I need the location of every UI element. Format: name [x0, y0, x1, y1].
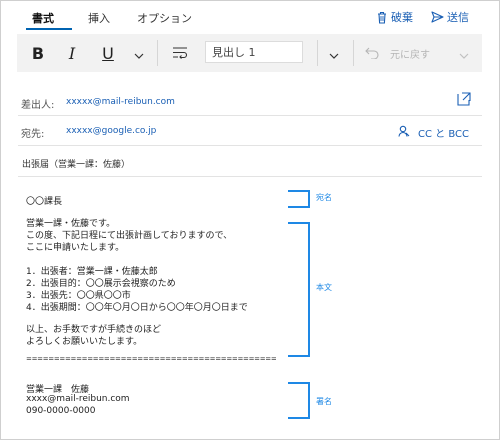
send-label: 送信: [447, 11, 469, 24]
tab-insert[interactable]: 挿入: [88, 10, 110, 26]
signature-line: xxxx@mail-reibun.com: [26, 394, 130, 404]
tab-options[interactable]: オプション: [137, 10, 192, 26]
signature-line: 090-0000-0000: [26, 406, 96, 416]
popout-icon[interactable]: [456, 91, 472, 111]
send-icon: [431, 11, 444, 23]
body-bracket: [288, 222, 310, 357]
contact-icon: [398, 125, 410, 140]
undo-button[interactable]: [361, 34, 383, 72]
cc-bcc-label: CC と BCC: [418, 129, 469, 140]
discard-label: 破棄: [391, 11, 413, 24]
addressee-bracket: [288, 190, 310, 208]
style-dropdown-button[interactable]: [323, 34, 345, 72]
field-divider: [18, 115, 482, 116]
undo-icon: [365, 44, 379, 63]
from-label: 差出人:: [21, 100, 55, 111]
trash-icon: [376, 11, 388, 24]
send-button[interactable]: 送信: [431, 9, 469, 25]
from-value[interactable]: xxxxx@mail-reibun.com: [66, 97, 175, 107]
cc-bcc-button[interactable]: CC と BCC: [398, 125, 469, 140]
subject-field[interactable]: 出張届（営業一課：佐藤）: [22, 157, 130, 170]
text-wrap-icon: [172, 44, 188, 63]
body-line: よろしくお願いいたします。: [26, 337, 143, 347]
italic-button[interactable]: I: [57, 34, 87, 72]
body-line: ここに申請いたします。: [26, 243, 125, 253]
toolbar-divider: [317, 40, 318, 66]
chevron-down-icon: [459, 44, 469, 63]
format-toolbar: B I U 見出し 1 元に戻す: [17, 34, 482, 72]
tab-format[interactable]: 書式: [32, 10, 54, 26]
signature-annotation: 署名: [316, 397, 332, 406]
active-tab-indicator: [26, 28, 72, 30]
body-line: 4．出張期間：〇〇年〇月〇日から〇〇年〇月〇日まで: [26, 303, 248, 313]
chevron-down-icon: [329, 44, 339, 63]
undo-dropdown-button[interactable]: [453, 34, 475, 72]
discard-button[interactable]: 破棄: [376, 9, 413, 25]
separator-line: ========================================…: [26, 355, 277, 363]
toolbar-divider: [157, 40, 158, 66]
style-select[interactable]: 見出し 1: [205, 41, 303, 63]
bold-button[interactable]: B: [23, 34, 53, 72]
to-label: 宛先:: [21, 129, 45, 140]
to-value[interactable]: xxxxx@google.co.jp: [66, 126, 156, 136]
field-divider: [18, 145, 482, 146]
paragraph-format-button[interactable]: [165, 34, 195, 72]
toolbar-divider: [353, 40, 354, 66]
addressee: 〇〇課長: [26, 197, 63, 207]
chevron-down-icon: [134, 44, 144, 63]
addressee-annotation: 宛名: [316, 193, 332, 202]
field-divider: [18, 176, 482, 177]
body-annotation: 本文: [316, 283, 332, 292]
font-options-button[interactable]: [129, 34, 149, 72]
signature-bracket: [288, 382, 310, 419]
ribbon-tabs: 書式 挿入 オプション 破棄 送信: [0, 0, 498, 34]
undo-label: 元に戻す: [390, 50, 430, 61]
underline-button[interactable]: U: [93, 34, 123, 72]
